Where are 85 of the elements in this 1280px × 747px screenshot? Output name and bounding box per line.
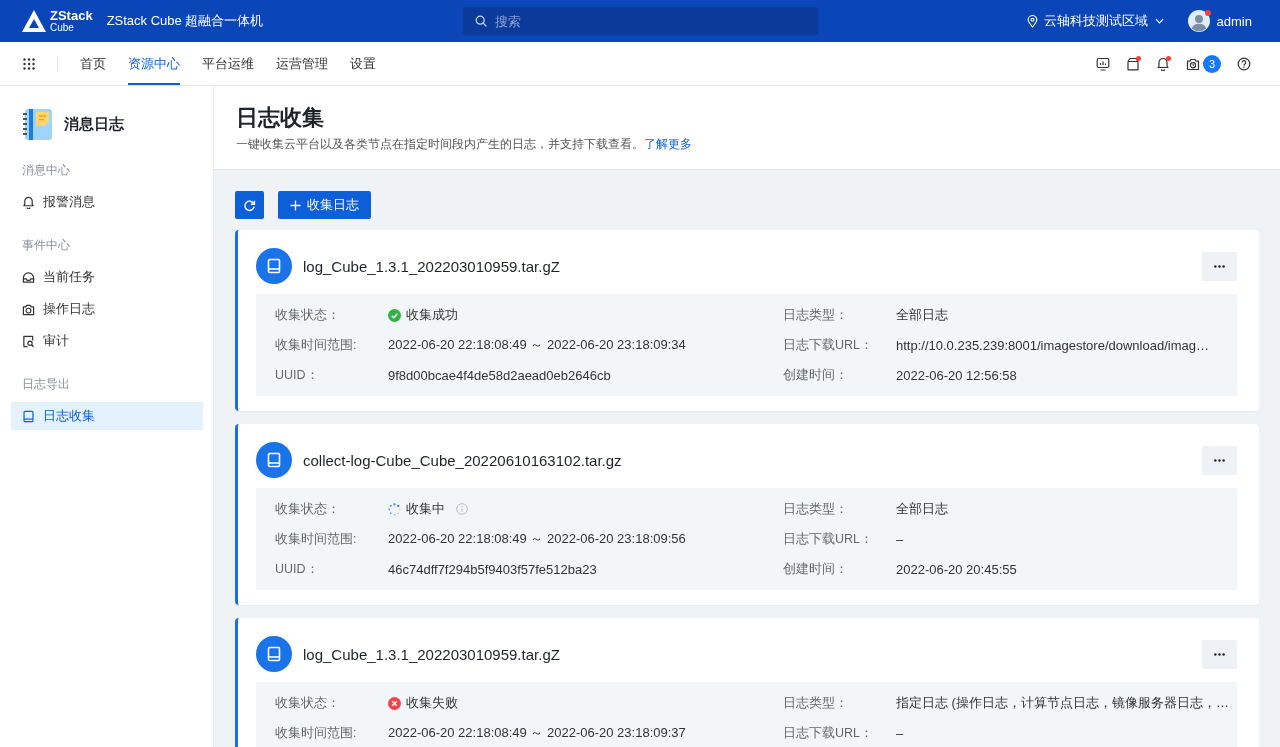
bell-icon[interactable] — [1156, 56, 1170, 71]
search-icon — [474, 15, 487, 27]
plus-icon — [290, 199, 301, 211]
notebook-icon — [22, 108, 55, 141]
page-description: 一键收集云平台以及各类节点在指定时间段内产生的日志，并支持下载查看。了解更多 — [236, 136, 693, 153]
status-text: 收集成功 — [406, 306, 458, 324]
field-value: 2022-06-20 22:18:08:49 ～ 2022-06-20 23:18:09:37 — [388, 724, 687, 742]
location-pin-icon — [1026, 14, 1038, 28]
logo-subtext: Cube — [50, 23, 75, 33]
field-label: 收集状态： — [275, 306, 341, 324]
field-label: 收集时间范围: — [275, 530, 358, 548]
help-icon[interactable] — [1237, 56, 1251, 71]
book-icon — [256, 248, 292, 284]
field-label: 日志下载URL： — [783, 336, 874, 354]
ellipsis-icon — [1214, 652, 1225, 656]
collect-logs-button[interactable]: 收集日志 — [278, 191, 371, 219]
field-label: 日志类型： — [783, 306, 849, 324]
field-label: 创建时间： — [783, 366, 849, 384]
field-label: UUID： — [275, 560, 320, 578]
nav-tab[interactable]: 设置 — [350, 42, 376, 85]
field-value: 2022-06-20 20:45:55 — [896, 561, 1018, 577]
field-value: 全部日志 — [896, 500, 949, 518]
monitor-icon[interactable] — [1096, 56, 1110, 71]
field-label: 收集状态： — [275, 500, 341, 518]
sidebar-title: 消息日志 — [64, 115, 124, 134]
camera-icon[interactable] — [1186, 56, 1200, 71]
book-icon — [22, 409, 35, 423]
bell-icon — [22, 195, 35, 209]
group-heading: 事件中心 — [21, 237, 71, 254]
field-label: 日志下载URL： — [783, 530, 874, 548]
field-label: 日志类型： — [783, 694, 849, 712]
app-title: ZStack Cube 超融合一体机 — [106, 12, 264, 30]
triangle-logo-icon — [22, 10, 46, 32]
book-icon — [256, 636, 292, 672]
field-label: 收集状态： — [275, 694, 341, 712]
ellipsis-icon — [1214, 458, 1225, 462]
field-label: 收集时间范围: — [275, 336, 358, 354]
field-value: 9f8d00bcae4f4de58d2aead0eb2646cb — [388, 367, 612, 383]
search-field[interactable]: 搜索 — [462, 7, 818, 35]
file-name: collect-log-Cube_Cube_20220610163102.tar.gz — [303, 451, 622, 469]
page-title: 日志收集 — [236, 104, 325, 132]
grid-menu-icon[interactable] — [23, 57, 35, 70]
field-value: 指定日志 (操作日志，计算节点日志，镜像服务器日志，… — [896, 694, 1229, 712]
group-heading: 日志导出 — [21, 376, 71, 393]
sidebar-item[interactable]: 当前任务 — [11, 263, 203, 291]
refresh-icon — [243, 198, 256, 212]
field-value: – — [896, 725, 905, 741]
sidebar-item[interactable]: 操作日志 — [11, 295, 203, 323]
field-value: http://10.0.235.239:8001/imagestore/download/imag… — [896, 337, 1210, 353]
file-name: log_Cube_1.3.1_202203010959.tar.gZ — [303, 645, 560, 663]
sidebar-item[interactable]: 报警消息 — [11, 188, 203, 216]
ellipsis-icon — [1214, 264, 1225, 268]
sidebar-item[interactable]: 审计 — [11, 327, 203, 355]
avatar-icon — [1187, 10, 1210, 32]
field-value: 2022-06-20 22:18:08:49 ～ 2022-06-20 23:18:09:34 — [388, 336, 687, 354]
field-value: 2022-06-20 12:56:58 — [896, 367, 1018, 383]
nav-tab[interactable]: 首页 — [80, 42, 106, 85]
field-value: 46c74dff7f294b5f9403f57fe512ba23 — [388, 561, 598, 577]
group-heading: 消息中心 — [21, 162, 71, 179]
logo-text: ZStack — [50, 9, 93, 22]
field-label: 日志下载URL： — [783, 724, 874, 742]
user-menu[interactable]: admin — [1187, 10, 1252, 32]
field-label: 创建时间： — [783, 560, 849, 578]
document-search-icon — [22, 334, 35, 348]
tray-icon — [22, 270, 35, 284]
learn-more-link[interactable]: 了解更多 — [644, 137, 692, 151]
status-text: 收集中 — [406, 500, 445, 518]
field-label: 收集时间范围: — [275, 724, 358, 742]
field-value: 全部日志 — [896, 306, 949, 324]
sidebar-item[interactable]: 日志收集 — [11, 402, 203, 430]
field-value: 2022-06-20 22:18:08:49 ～ 2022-06-20 23:18:09:56 — [388, 530, 687, 548]
field-label: 日志类型： — [783, 500, 849, 518]
region-selector[interactable]: 云轴科技测试区域 — [1026, 12, 1164, 30]
nav-tab[interactable]: 平台运维 — [202, 42, 254, 85]
count-badge[interactable]: 3 — [1203, 54, 1221, 73]
refresh-button[interactable] — [235, 191, 264, 219]
field-label: UUID： — [275, 366, 320, 384]
box-icon[interactable] — [1126, 56, 1140, 71]
field-value: – — [896, 531, 905, 547]
file-name: log_Cube_1.3.1_202203010959.tar.gZ — [303, 257, 560, 275]
book-icon — [256, 442, 292, 478]
chevron-down-icon — [1154, 18, 1164, 24]
camera-icon — [22, 302, 35, 316]
nav-tab[interactable]: 运营管理 — [276, 42, 328, 85]
status-text: 收集失败 — [406, 694, 458, 712]
